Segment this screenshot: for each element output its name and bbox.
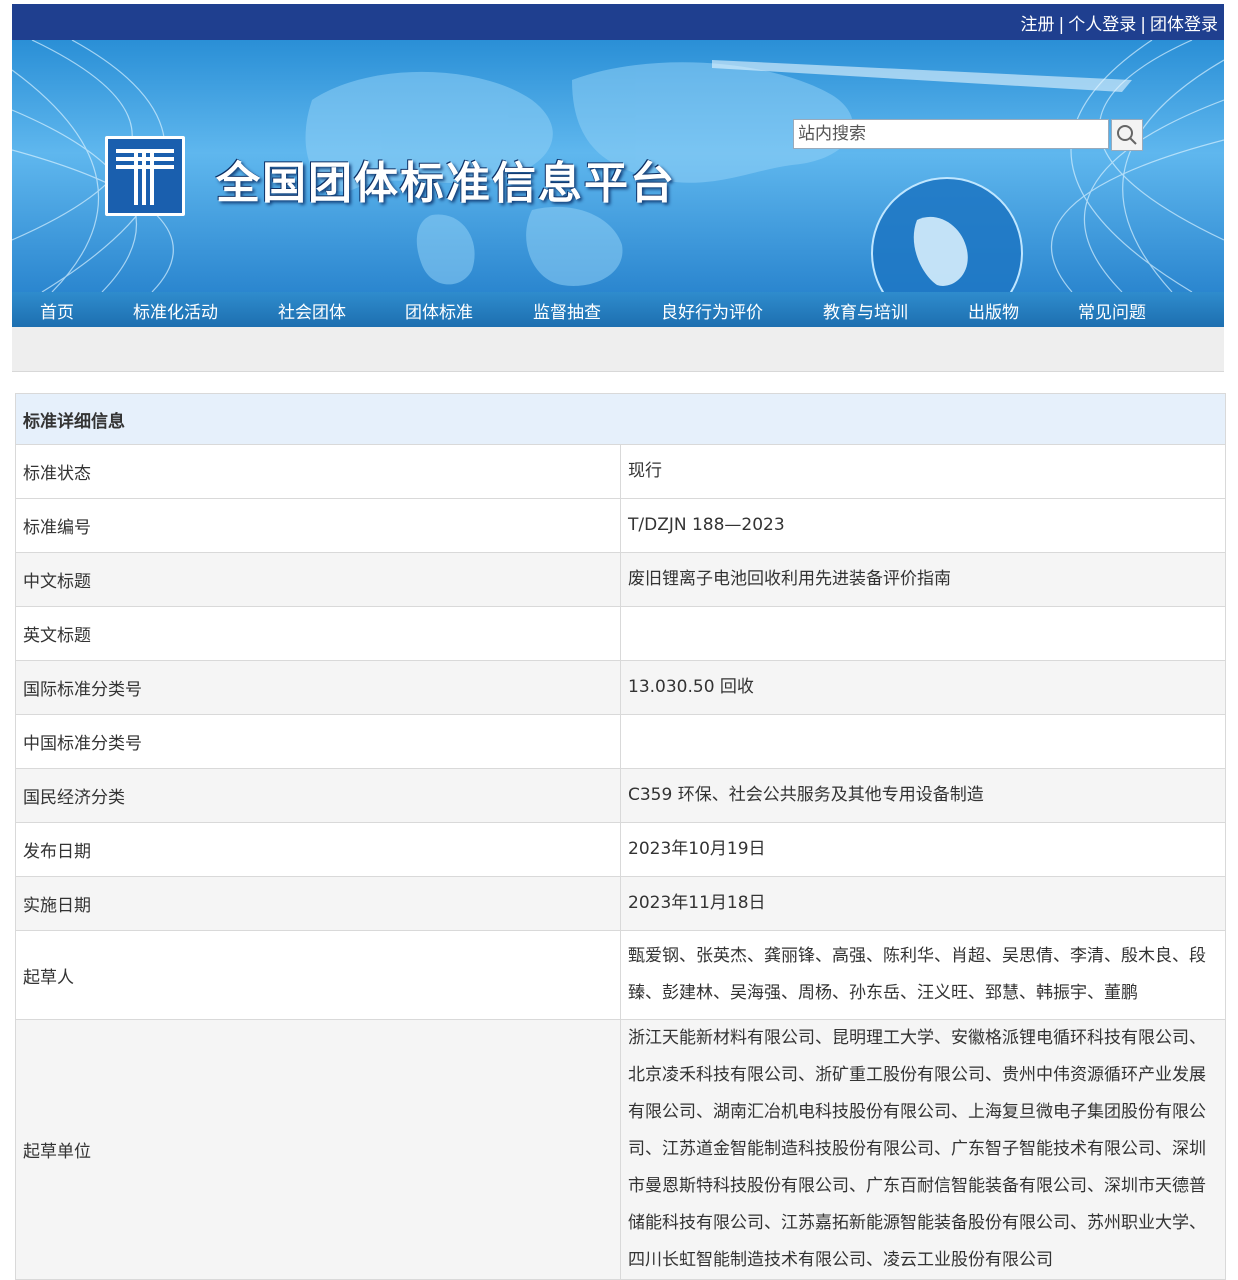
field-label: 实施日期 — [15, 876, 621, 931]
table-row: 国际标准分类号 13.030.50 回收 — [15, 660, 1226, 715]
field-label: 起草单位 — [15, 1019, 621, 1280]
table-row: 实施日期 2023年11月18日 — [15, 876, 1226, 931]
nav-item-education-training[interactable]: 教育与培训 — [823, 298, 908, 323]
field-value-ccs — [620, 714, 1226, 769]
field-label: 国际标准分类号 — [15, 660, 621, 715]
nav-item-standardization-activities[interactable]: 标准化活动 — [133, 298, 218, 323]
table-row: 起草人 甄爱钢、张英杰、龚丽锋、高强、陈利华、肖超、吴思倩、李清、殷木良、段臻、… — [15, 930, 1226, 1020]
nav-item-publications[interactable]: 出版物 — [968, 298, 1019, 323]
table-row: 中文标题 废旧锂离子电池回收利用先进装备评价指南 — [15, 552, 1226, 607]
field-value-ics: 13.030.50 回收 — [620, 660, 1226, 715]
field-value-status: 现行 — [620, 444, 1226, 499]
register-link[interactable]: 注册 — [1021, 15, 1055, 35]
main-nav: 首页 标准化活动 社会团体 团体标准 监督抽查 良好行为评价 教育与培训 出版物… — [12, 292, 1224, 327]
standard-detail-table: 标准详细信息 标准状态 现行 标准编号 T/DZJN 188—2023 中文标题… — [15, 393, 1226, 1280]
field-label: 发布日期 — [15, 822, 621, 877]
field-label: 中文标题 — [15, 552, 621, 607]
table-row: 发布日期 2023年10月19日 — [15, 822, 1226, 877]
detail-heading: 标准详细信息 — [15, 393, 1226, 445]
personal-login-link[interactable]: 个人登录 — [1068, 15, 1136, 35]
field-label: 起草人 — [15, 930, 621, 1020]
field-label: 国民经济分类 — [15, 768, 621, 823]
table-row: 标准状态 现行 — [15, 444, 1226, 499]
group-login-link[interactable]: 团体登录 — [1150, 15, 1218, 35]
table-row: 英文标题 — [15, 606, 1226, 661]
nav-item-faq[interactable]: 常见问题 — [1078, 298, 1146, 323]
table-row: 起草单位 浙江天能新材料有限公司、昆明理工大学、安徽格派锂电循环科技有限公司、北… — [15, 1019, 1226, 1280]
field-value-drafting-units: 浙江天能新材料有限公司、昆明理工大学、安徽格派锂电循环科技有限公司、北京凌禾科技… — [620, 1019, 1226, 1280]
table-row: 中国标准分类号 — [15, 714, 1226, 769]
nav-item-group-standards[interactable]: 团体标准 — [405, 298, 473, 323]
field-value-economic-classification: C359 环保、社会公共服务及其他专用设备制造 — [620, 768, 1226, 823]
nav-item-good-behavior-evaluation[interactable]: 良好行为评价 — [661, 298, 763, 323]
header-banner: 全国团体标准信息平台 — [12, 40, 1224, 292]
account-links: 注册 | 个人登录 | 团体登录 — [1021, 10, 1218, 35]
field-value-chinese-title: 废旧锂离子电池回收利用先进装备评价指南 — [620, 552, 1226, 607]
nav-item-home[interactable]: 首页 — [40, 298, 74, 323]
table-row: 国民经济分类 C359 环保、社会公共服务及其他专用设备制造 — [15, 768, 1226, 823]
nav-item-supervision[interactable]: 监督抽查 — [533, 298, 601, 323]
platform-logo — [105, 136, 185, 216]
field-value-standard-number: T/DZJN 188—2023 — [620, 498, 1226, 553]
top-bar: 注册 | 个人登录 | 团体登录 — [12, 4, 1224, 40]
link-separator: | — [1058, 15, 1065, 35]
logo-t-emblem-icon — [116, 149, 174, 205]
field-label: 标准状态 — [15, 444, 621, 499]
search-icon — [1117, 125, 1137, 145]
table-header-row: 标准详细信息 — [15, 393, 1226, 445]
link-separator: | — [1140, 15, 1146, 35]
nav-item-social-groups[interactable]: 社会团体 — [278, 298, 346, 323]
breadcrumb-bar — [12, 327, 1224, 372]
field-label: 中国标准分类号 — [15, 714, 621, 769]
table-row: 标准编号 T/DZJN 188—2023 — [15, 498, 1226, 553]
search-button[interactable] — [1111, 119, 1143, 151]
field-value-drafters: 甄爱钢、张英杰、龚丽锋、高强、陈利华、肖超、吴思倩、李清、殷木良、段臻、彭建林、… — [620, 930, 1226, 1020]
site-title: 全国团体标准信息平台 — [216, 158, 676, 209]
field-label: 标准编号 — [15, 498, 621, 553]
field-value-publish-date: 2023年10月19日 — [620, 822, 1226, 877]
site-search-input[interactable] — [793, 119, 1109, 149]
field-value-english-title — [620, 606, 1226, 661]
field-value-implement-date: 2023年11月18日 — [620, 876, 1226, 931]
field-label: 英文标题 — [15, 606, 621, 661]
